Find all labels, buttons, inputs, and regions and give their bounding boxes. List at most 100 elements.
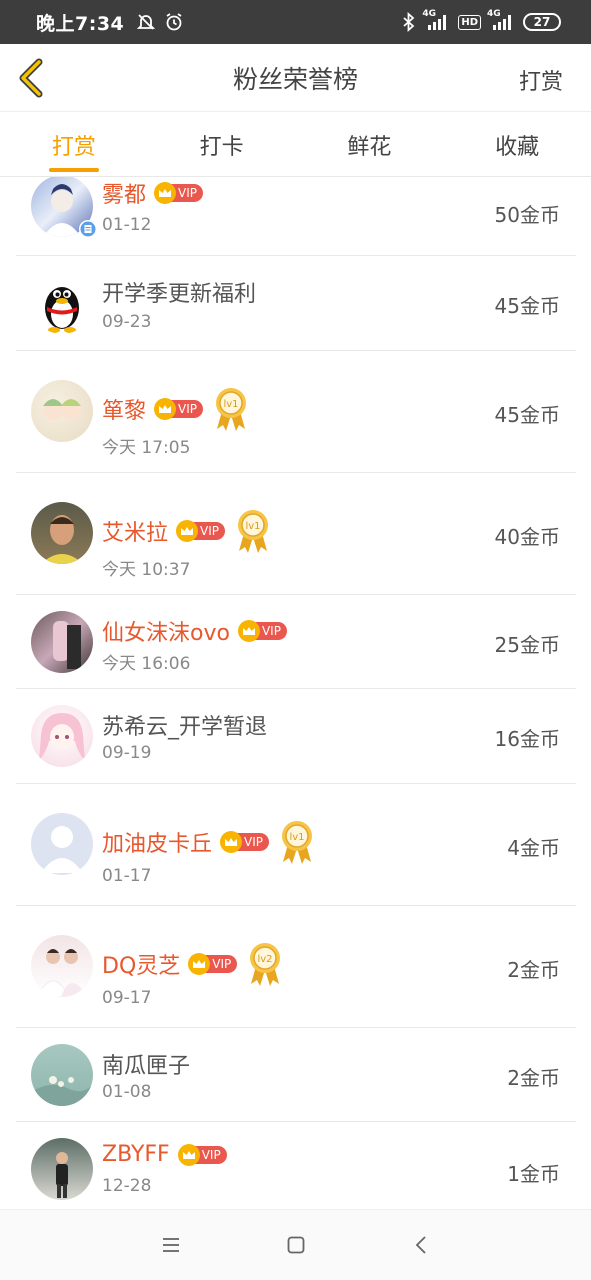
- reward-action-button[interactable]: 打赏: [519, 64, 563, 96]
- fan-name: 南瓜匣子: [102, 1054, 191, 1079]
- fan-date: 今天 17:05: [102, 438, 191, 458]
- list-item[interactable]: 开学季更新福利 09-23 45金币: [16, 256, 576, 351]
- fan-name: 雾都: [102, 183, 147, 208]
- level-medal-icon: lv1: [282, 821, 312, 864]
- fan-name: 仙女沫沫ovo: [102, 621, 230, 646]
- home-button[interactable]: [281, 1230, 311, 1260]
- bluetooth-icon: [402, 12, 416, 32]
- hd-badge: HD: [458, 14, 481, 30]
- list-item[interactable]: 箪黎 VIP lv1 今天 17:05 45金币: [16, 351, 576, 473]
- back-button[interactable]: [12, 58, 52, 98]
- list-item[interactable]: 仙女沫沫ovo VIP 今天 16:06 25金币: [16, 595, 576, 689]
- signal-icon: 4G: [422, 9, 450, 31]
- fan-date: 今天 10:37: [102, 560, 191, 580]
- level-label: lv1: [289, 832, 304, 843]
- tab-reward[interactable]: 打赏: [0, 113, 148, 176]
- avatar: [31, 705, 93, 767]
- default-person-icon: [41, 826, 83, 873]
- fan-name-row: 箪黎 VIP lv1: [102, 385, 249, 433]
- fan-name: 加油皮卡丘: [102, 832, 213, 857]
- fan-amount: 4金币: [507, 836, 560, 860]
- fan-name: 开学季更新福利: [102, 282, 257, 307]
- level-medal-icon: lv1: [238, 510, 268, 553]
- crown-icon: [154, 398, 177, 420]
- fan-date: 12-28: [102, 1176, 152, 1196]
- fan-amount: 16金币: [494, 727, 560, 751]
- avatar: [31, 813, 93, 875]
- vip-badge: VIP: [177, 1143, 227, 1166]
- vip-badge: VIP: [176, 520, 225, 542]
- page-title: 粉丝荣誉榜: [232, 64, 358, 94]
- fan-name-row: 开学季更新福利: [102, 276, 256, 308]
- avatar: [31, 380, 93, 442]
- fan-date: 01-12: [102, 215, 152, 235]
- level-medal-icon: lv2: [250, 943, 281, 986]
- fan-date: 今天 16:06: [102, 654, 191, 674]
- list-item[interactable]: ZBYFF VIP 12-28 1金币: [16, 1122, 576, 1209]
- alarm-icon: [164, 12, 184, 32]
- fan-name-row: DQ灵芝 VIP lv2: [102, 940, 283, 988]
- crown-icon: [177, 1143, 200, 1166]
- battery-indicator: 27: [523, 13, 561, 31]
- fan-name: 箪黎: [102, 399, 147, 424]
- fan-date: 09-19: [102, 743, 152, 763]
- fan-amount: 1金币: [507, 1162, 560, 1186]
- fan-name-row: 仙女沫沫ovo VIP: [102, 615, 287, 647]
- list-item[interactable]: 艾米拉 VIP lv1 今天 10:37 40金币: [16, 473, 576, 595]
- tab-checkin[interactable]: 打卡: [148, 113, 296, 176]
- fan-list[interactable]: 雾都 VIP 01-12 50金币 开学季更新福利 09-23 45金币 箪黎 …: [0, 177, 591, 1209]
- level-label: lv1: [223, 399, 238, 410]
- level-label: lv2: [258, 954, 273, 965]
- status-time: 晚上7:34: [36, 12, 125, 35]
- crown-icon: [220, 831, 243, 853]
- fan-name: 艾米拉: [102, 521, 169, 546]
- fan-amount: 2金币: [507, 1066, 560, 1090]
- avatar: [31, 1044, 93, 1106]
- level-medal-icon: lv1: [216, 388, 246, 431]
- title-bar: 粉丝荣誉榜 打赏: [0, 44, 591, 112]
- vip-badge: VIP: [188, 953, 238, 975]
- back-nav-button[interactable]: [406, 1230, 436, 1260]
- fan-date: 01-08: [102, 1082, 152, 1102]
- fan-date: 09-23: [102, 312, 152, 332]
- avatar: [31, 272, 93, 334]
- list-item[interactable]: 加油皮卡丘 VIP lv1 01-17 4金币: [16, 784, 576, 906]
- qq-penguin-icon: [45, 287, 79, 333]
- fan-amount: 25金币: [494, 633, 560, 657]
- fan-name-row: ZBYFF VIP: [102, 1142, 227, 1167]
- fan-name-row: 加油皮卡丘 VIP lv1: [102, 818, 315, 866]
- fan-date: 01-17: [102, 866, 152, 886]
- back-chevron-icon: [415, 1236, 426, 1254]
- fan-amount: 40金币: [494, 525, 560, 549]
- crown-icon: [176, 520, 199, 542]
- tab-flowers[interactable]: 鲜花: [296, 113, 444, 176]
- home-square-icon: [287, 1236, 304, 1254]
- fan-amount: 50金币: [494, 203, 560, 227]
- fan-name-row: 南瓜匣子: [102, 1048, 190, 1080]
- fan-amount: 2金币: [507, 958, 560, 982]
- fan-name: 苏希云_开学暂退: [102, 715, 268, 740]
- list-item[interactable]: DQ灵芝 VIP lv2 09-17 2金币: [16, 906, 576, 1028]
- back-arrow-icon: [19, 58, 43, 98]
- fan-name-row: 雾都 VIP: [102, 177, 203, 209]
- avatar: [31, 935, 93, 997]
- list-item[interactable]: 南瓜匣子 01-08 2金币: [16, 1028, 576, 1122]
- network-label: 4G: [422, 9, 436, 19]
- fan-name-row: 苏希云_开学暂退: [102, 709, 267, 741]
- crown-icon: [154, 182, 177, 204]
- avatar: [31, 502, 93, 564]
- menu-button[interactable]: [156, 1230, 186, 1260]
- tab-favorites[interactable]: 收藏: [443, 113, 591, 176]
- vip-badge: VIP: [154, 398, 203, 420]
- list-item[interactable]: 苏希云_开学暂退 09-19 16金币: [16, 689, 576, 784]
- fan-amount: 45金币: [494, 294, 560, 318]
- list-item[interactable]: 雾都 VIP 01-12 50金币: [16, 177, 576, 256]
- system-nav-bar: [0, 1209, 591, 1280]
- status-bar: 晚上7:34 4G HD 4G 27: [0, 0, 591, 44]
- fan-name: DQ灵芝: [102, 954, 181, 979]
- menu-icon: [162, 1238, 179, 1252]
- tab-bar: 打赏 打卡 鲜花 收藏: [0, 113, 591, 177]
- network-label-2: 4G: [487, 9, 501, 19]
- mute-icon: [136, 12, 156, 32]
- vip-badge: VIP: [220, 831, 269, 853]
